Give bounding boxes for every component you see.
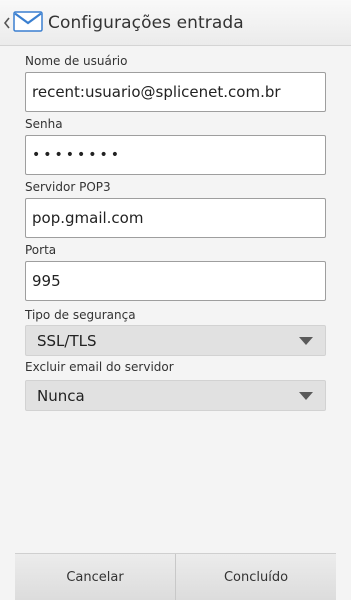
delete-from-server-value: Nunca <box>37 386 85 405</box>
delete-from-server-label: Excluir email do servidor <box>25 360 174 374</box>
incoming-settings-form: Nome de usuário recent:usuario@splicenet… <box>25 52 327 411</box>
password-label: Senha <box>25 117 63 131</box>
username-field[interactable]: recent:usuario@splicenet.com.br <box>25 72 326 112</box>
page-title: Configurações entrada <box>48 12 244 33</box>
cancel-button[interactable]: Cancelar <box>15 554 175 600</box>
password-field[interactable]: •••••••• <box>25 135 326 175</box>
port-label: Porta <box>25 243 57 257</box>
chevron-left-icon <box>3 17 10 28</box>
security-type-label: Tipo de segurança <box>25 308 136 322</box>
security-type-value: SSL/TLS <box>37 331 97 350</box>
bottom-button-bar: Cancelar Concluído <box>15 553 336 600</box>
back-button[interactable] <box>2 0 12 46</box>
dropdown-arrow-icon <box>299 336 313 345</box>
delete-from-server-select[interactable]: Nunca <box>25 380 326 411</box>
action-bar: Configurações entrada <box>0 0 351 46</box>
dropdown-arrow-icon <box>299 391 313 400</box>
port-field[interactable]: 995 <box>25 261 326 301</box>
security-type-select[interactable]: SSL/TLS <box>25 325 326 356</box>
pop3-server-field[interactable]: pop.gmail.com <box>25 198 326 238</box>
username-label: Nome de usuário <box>25 54 128 68</box>
pop3-server-label: Servidor POP3 <box>25 180 111 194</box>
done-button[interactable]: Concluído <box>175 554 336 600</box>
mail-envelope-icon <box>13 11 43 32</box>
